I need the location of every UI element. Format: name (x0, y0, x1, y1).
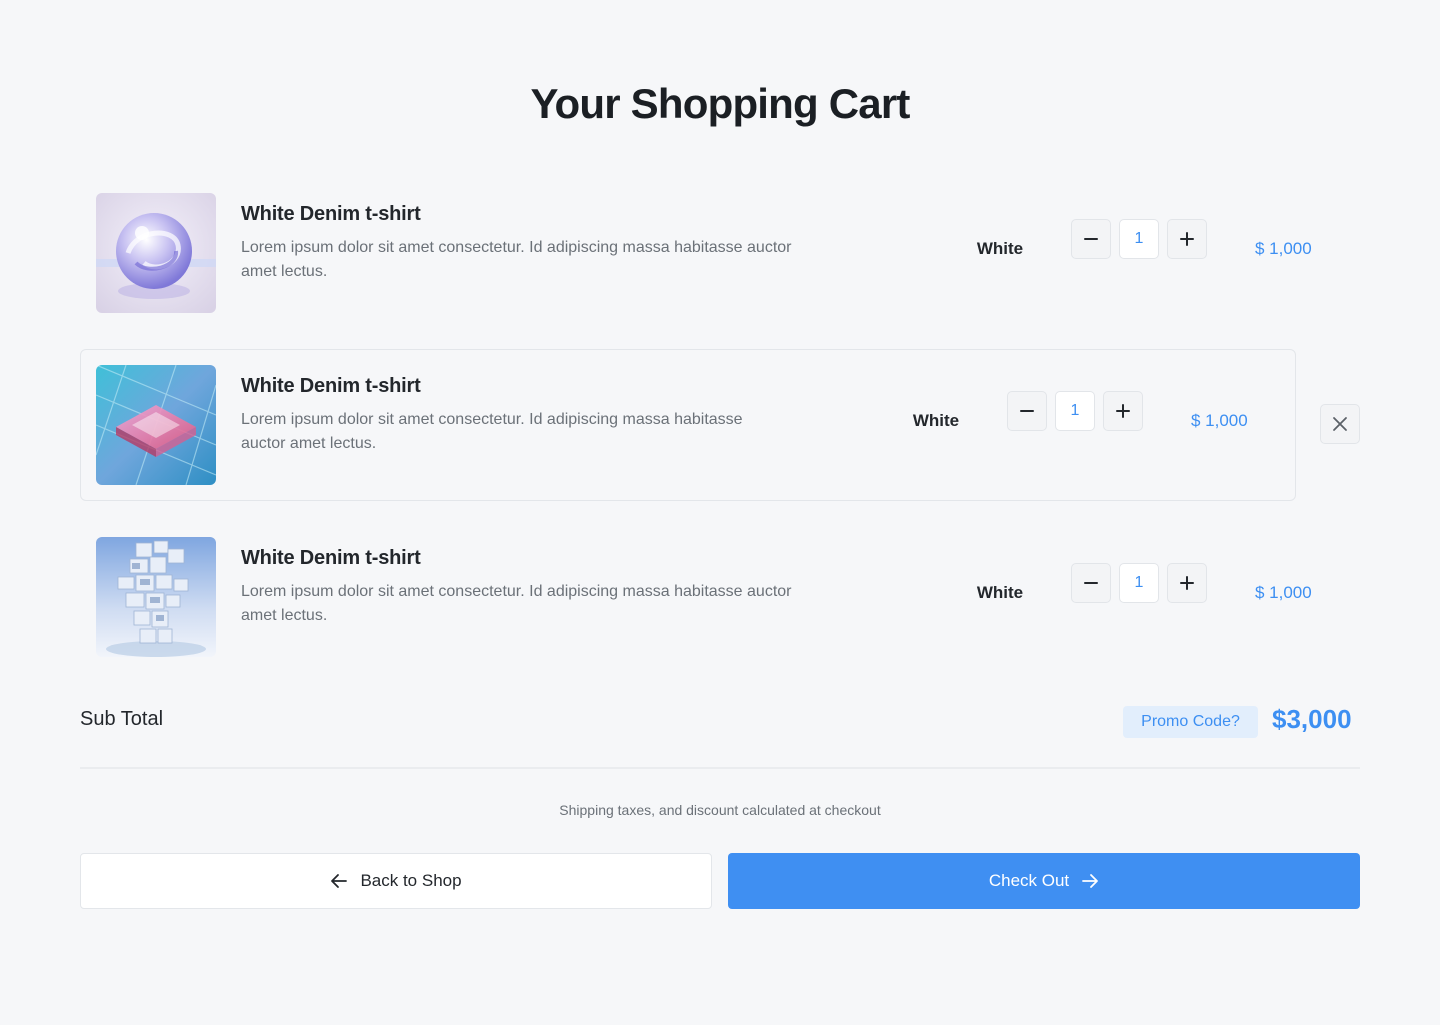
plus-icon (1179, 231, 1195, 247)
quantity-value[interactable]: 1 (1055, 391, 1095, 431)
check-out-button[interactable]: Check Out (728, 853, 1360, 909)
product-price: $ 1,000 (1255, 239, 1312, 258)
plus-icon (1115, 403, 1131, 419)
quantity-increase-button[interactable] (1103, 391, 1143, 431)
check-out-label: Check Out (988, 871, 1070, 890)
arrow-right-icon (1081, 872, 1099, 890)
product-title[interactable]: White Denim t-shirt (241, 375, 421, 398)
product-description: Lorem ipsum dolor sit amet consectetur. … (241, 411, 743, 452)
quantity-value[interactable]: 1 (1119, 219, 1159, 259)
product-description: Lorem ipsum dolor sit amet consectetur. … (241, 583, 792, 624)
cart-item: White Denim t-shirt Lorem ipsum dolor si… (80, 521, 1312, 673)
minus-icon (1019, 403, 1035, 419)
promo-code-button[interactable]: Promo Code? (1123, 706, 1258, 738)
back-to-shop-button[interactable]: Back to Shop (80, 853, 712, 909)
cart-item: White Denim t-shirt Lorem ipsum dolor si… (80, 349, 1296, 501)
product-image-glass-tower[interactable] (96, 537, 216, 657)
quantity-increase-button[interactable] (1167, 563, 1207, 603)
subtotal-label: Sub Total (80, 708, 164, 730)
product-variant: White (912, 411, 960, 430)
product-price: $ 1,000 (1255, 583, 1312, 602)
divider (80, 767, 1360, 769)
shipping-note: Shipping taxes, and discount calculated … (559, 802, 881, 818)
remove-item-button[interactable] (1320, 404, 1360, 444)
product-image-glass-chip[interactable] (96, 365, 216, 485)
product-price: $ 1,000 (1191, 411, 1248, 430)
back-to-shop-label: Back to Shop (360, 871, 462, 890)
cart-item: White Denim t-shirt Lorem ipsum dolor si… (80, 177, 1312, 329)
subtotal-value: $3,000 (1272, 704, 1352, 734)
product-variant: White (976, 583, 1024, 602)
quantity-value[interactable]: 1 (1119, 563, 1159, 603)
product-variant: White (976, 239, 1024, 258)
arrow-left-icon (330, 872, 348, 890)
quantity-increase-button[interactable] (1167, 219, 1207, 259)
minus-icon (1083, 231, 1099, 247)
minus-icon (1083, 575, 1099, 591)
page-title: Your Shopping Cart (530, 80, 910, 127)
product-image-glass-sphere[interactable] (96, 193, 216, 313)
product-title[interactable]: White Denim t-shirt (241, 203, 421, 226)
product-title[interactable]: White Denim t-shirt (241, 547, 421, 570)
quantity-decrease-button[interactable] (1007, 391, 1047, 431)
product-description: Lorem ipsum dolor sit amet consectetur. … (241, 239, 792, 280)
close-icon (1332, 416, 1348, 432)
plus-icon (1179, 575, 1195, 591)
quantity-decrease-button[interactable] (1071, 219, 1111, 259)
quantity-decrease-button[interactable] (1071, 563, 1111, 603)
